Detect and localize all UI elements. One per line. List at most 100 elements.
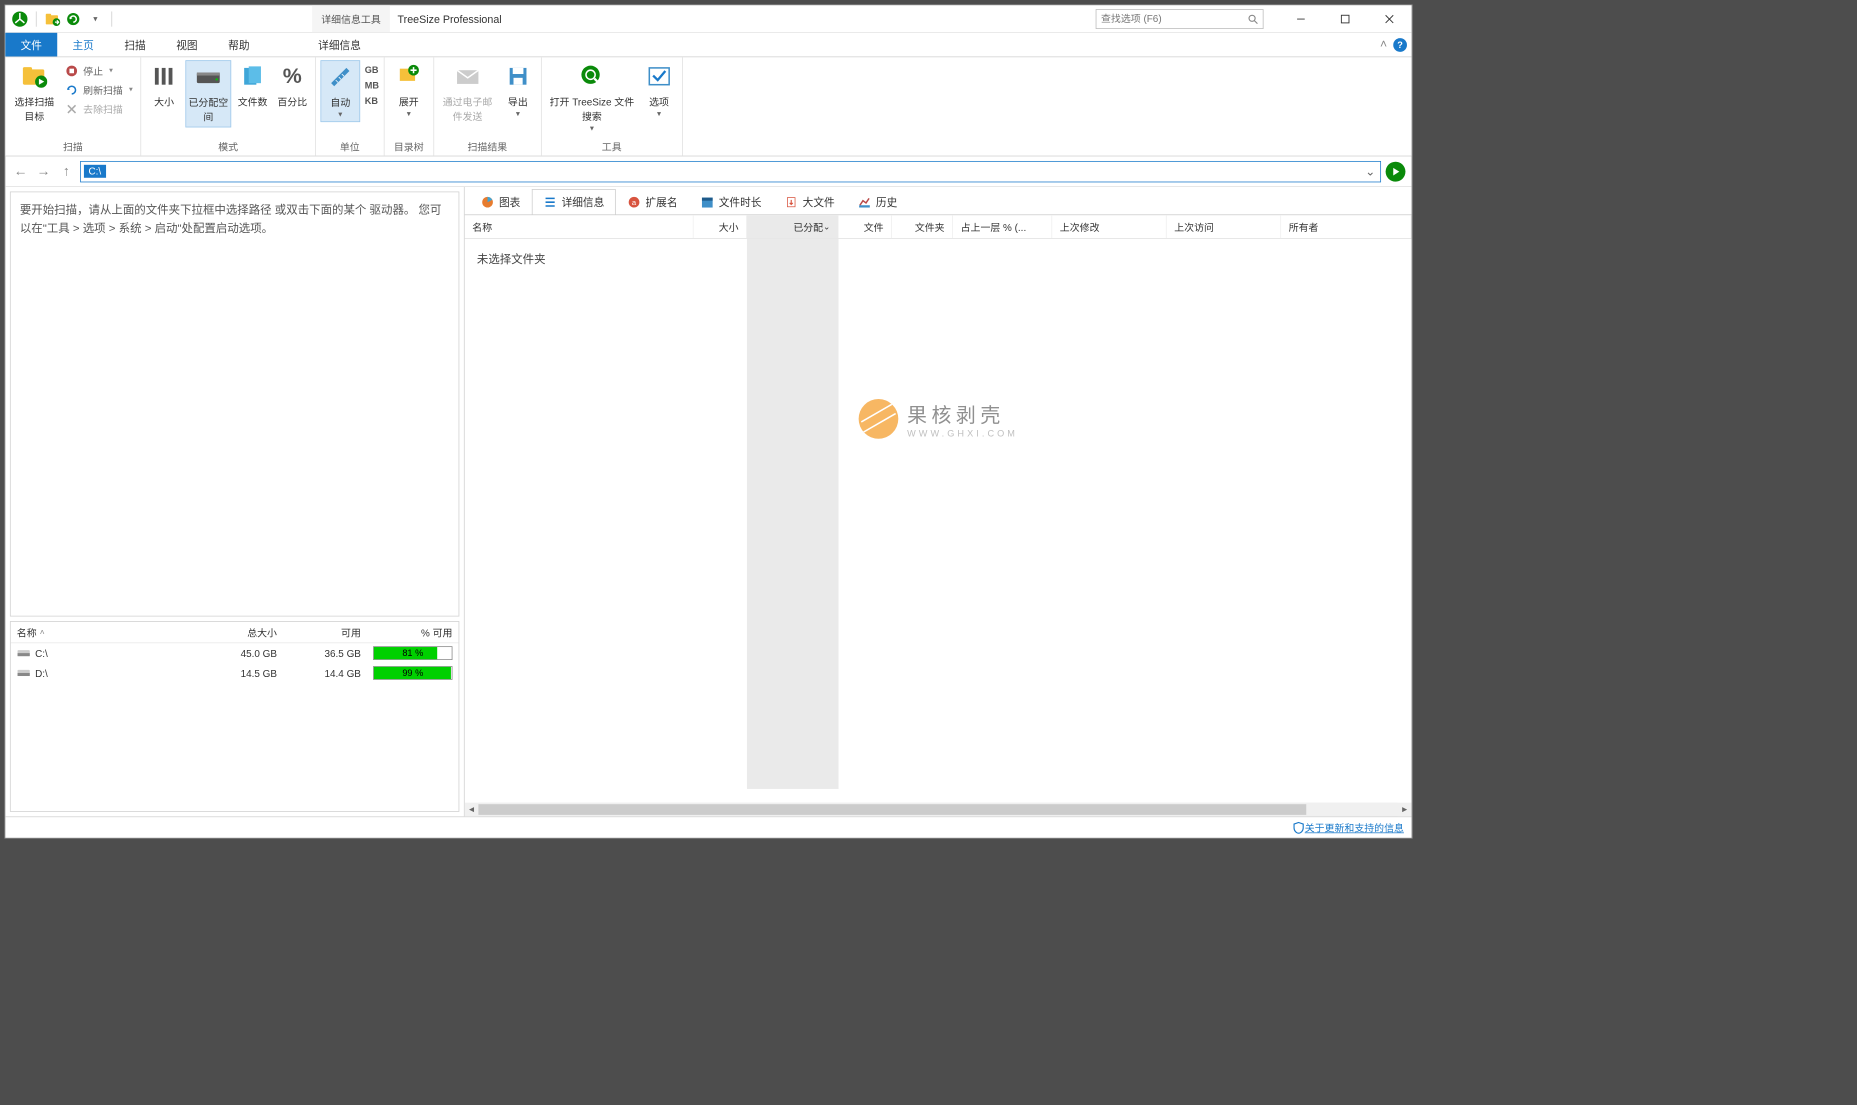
- path-dropdown-icon[interactable]: ⌄: [1363, 164, 1377, 179]
- expand-button[interactable]: 展开▼: [389, 60, 429, 120]
- file-search-button[interactable]: 打开 TreeSize 文件搜索▼: [546, 60, 638, 135]
- qat-refresh-icon[interactable]: [66, 10, 83, 27]
- mode-files-button[interactable]: 文件数: [234, 60, 271, 111]
- files-icon: [240, 63, 266, 89]
- remove-scan-button[interactable]: 去除扫描: [62, 100, 136, 118]
- watermark: 果核剥壳 WWW.GHXI.COM: [858, 399, 1018, 439]
- ribbon-group-scan: 扫描: [10, 137, 136, 156]
- mail-icon: [455, 63, 481, 89]
- update-info-link[interactable]: 关于更新和支持的信息: [1305, 820, 1404, 834]
- maximize-button[interactable]: [1323, 5, 1367, 32]
- menu-file[interactable]: 文件: [5, 33, 57, 57]
- search-app-icon: [579, 63, 605, 89]
- options-search-input[interactable]: [1101, 13, 1247, 24]
- ribbon-group-tree: 目录树: [389, 137, 429, 156]
- bigfile-icon: [784, 195, 798, 209]
- dcol-folders[interactable]: 文件夹: [892, 215, 953, 238]
- context-tab-title: 详细信息工具: [312, 5, 390, 32]
- col-free[interactable]: 可用: [283, 622, 367, 643]
- menu-home[interactable]: 主页: [57, 33, 109, 57]
- path-input[interactable]: C:\ ⌄: [80, 161, 1381, 182]
- unit-mb-button[interactable]: MB: [365, 80, 379, 91]
- right-pane: 图表 详细信息 a扩展名 文件时长 大文件 历史 名称 大小 已分配 ⌄ 文件 …: [465, 187, 1412, 816]
- history-icon: [858, 195, 872, 209]
- refresh-scan-button[interactable]: 刷新扫描▾: [62, 81, 136, 99]
- scroll-right-icon[interactable]: ►: [1398, 805, 1412, 814]
- menu-details[interactable]: 详细信息: [303, 33, 376, 57]
- col-name[interactable]: 名称: [17, 625, 37, 639]
- mode-size-button[interactable]: 大小: [146, 60, 183, 111]
- drive-row[interactable]: C:\45.0 GB36.5 GB81 %: [11, 643, 459, 663]
- ext-icon: a: [627, 195, 641, 209]
- tab-extensions[interactable]: a扩展名: [616, 189, 689, 215]
- titlebar: ▾ 详细信息工具 TreeSize Professional: [5, 5, 1411, 32]
- svg-text:a: a: [632, 198, 637, 207]
- ribbon-group-tools: 工具: [546, 137, 677, 156]
- horizontal-scrollbar[interactable]: ◄ ►: [465, 803, 1412, 817]
- mode-allocated-button[interactable]: 已分配空间: [185, 60, 231, 127]
- scan-go-button[interactable]: [1386, 161, 1406, 181]
- unit-kb-button[interactable]: KB: [365, 95, 379, 106]
- help-icon[interactable]: ?: [1393, 38, 1407, 52]
- remove-icon: [65, 102, 79, 116]
- scroll-left-icon[interactable]: ◄: [465, 805, 479, 814]
- menu-scan[interactable]: 扫描: [109, 33, 161, 57]
- disk-icon: [195, 64, 221, 90]
- close-button[interactable]: [1367, 5, 1411, 32]
- tab-bigfiles[interactable]: 大文件: [773, 189, 846, 215]
- dcol-files[interactable]: 文件: [839, 215, 892, 238]
- minimize-button[interactable]: [1279, 5, 1323, 32]
- email-button[interactable]: 通过电子邮件发送: [439, 60, 497, 126]
- menu-bar: 文件 主页 扫描 视图 帮助 详细信息 ˄ ?: [5, 33, 1411, 57]
- nav-back-button[interactable]: ←: [11, 162, 29, 180]
- unit-auto-button[interactable]: 自动▼: [320, 60, 360, 122]
- mode-percent-button[interactable]: % 百分比: [274, 60, 311, 111]
- nav-bar: ← → ↑ C:\ ⌄: [5, 156, 1411, 187]
- drive-icon: [17, 668, 31, 679]
- options-button[interactable]: 选项▼: [641, 60, 678, 120]
- menu-help[interactable]: 帮助: [213, 33, 265, 57]
- dcol-size[interactable]: 大小: [694, 215, 747, 238]
- export-button[interactable]: 导出▼: [500, 60, 537, 120]
- tab-history[interactable]: 历史: [846, 189, 909, 215]
- unit-gb-button[interactable]: GB: [365, 65, 379, 76]
- tree-hint: 要开始扫描，请从上面的文件夹下拉框中选择路径 或双击下面的某个 驱动器。 您可以…: [10, 192, 459, 617]
- col-pct[interactable]: % 可用: [367, 622, 459, 643]
- col-total[interactable]: 总大小: [199, 622, 283, 643]
- qat-open-icon[interactable]: [44, 10, 61, 27]
- nav-up-button[interactable]: ↑: [57, 162, 75, 180]
- scroll-thumb[interactable]: [478, 804, 1305, 815]
- ribbon-group-mode: 模式: [146, 137, 311, 156]
- dcol-owner[interactable]: 所有者: [1281, 215, 1411, 238]
- left-pane: 要开始扫描，请从上面的文件夹下拉框中选择路径 或双击下面的某个 驱动器。 您可以…: [5, 187, 464, 816]
- save-icon: [505, 63, 531, 89]
- quick-access-toolbar: ▾: [5, 10, 121, 27]
- drive-row[interactable]: D:\14.5 GB14.4 GB99 %: [11, 663, 459, 683]
- tab-age[interactable]: 文件时长: [689, 189, 773, 215]
- tab-details[interactable]: 详细信息: [532, 189, 616, 215]
- percent-icon: %: [279, 63, 305, 89]
- app-title: TreeSize Professional: [398, 13, 502, 25]
- detail-empty-text: 未选择文件夹: [477, 251, 1399, 267]
- drive-icon: [17, 648, 31, 659]
- sort-icon: ˄: [40, 628, 45, 637]
- dcol-alloc[interactable]: 已分配 ⌄: [747, 215, 839, 238]
- dcol-acc[interactable]: 上次访问: [1167, 215, 1281, 238]
- menu-view[interactable]: 视图: [161, 33, 213, 57]
- dcol-mod[interactable]: 上次修改: [1052, 215, 1166, 238]
- options-search[interactable]: [1096, 9, 1264, 29]
- list-icon: [543, 195, 557, 209]
- ribbon: 选择扫描目标 停止▾ 刷新扫描▾ 去除扫描 扫描 大小 已分配空间: [5, 57, 1411, 156]
- dcol-name[interactable]: 名称: [465, 215, 694, 238]
- drives-panel: 名称 ˄ 总大小 可用 % 可用 C:\45.0 GB36.5 GB81 %D:…: [10, 621, 459, 812]
- dcol-pct[interactable]: 占上一层 % (...: [953, 215, 1052, 238]
- qat-dropdown-icon[interactable]: ▾: [87, 10, 104, 27]
- select-scan-target-button[interactable]: 选择扫描目标: [10, 60, 59, 126]
- collapse-ribbon-icon[interactable]: ˄: [1380, 38, 1387, 52]
- stop-scan-button[interactable]: 停止▾: [62, 62, 136, 80]
- tab-chart[interactable]: 图表: [469, 189, 532, 215]
- shield-icon: [1293, 821, 1305, 833]
- main-area: 要开始扫描，请从上面的文件夹下拉框中选择路径 或双击下面的某个 驱动器。 您可以…: [5, 187, 1411, 816]
- refresh-icon: [65, 83, 79, 97]
- nav-forward-button[interactable]: →: [34, 162, 52, 180]
